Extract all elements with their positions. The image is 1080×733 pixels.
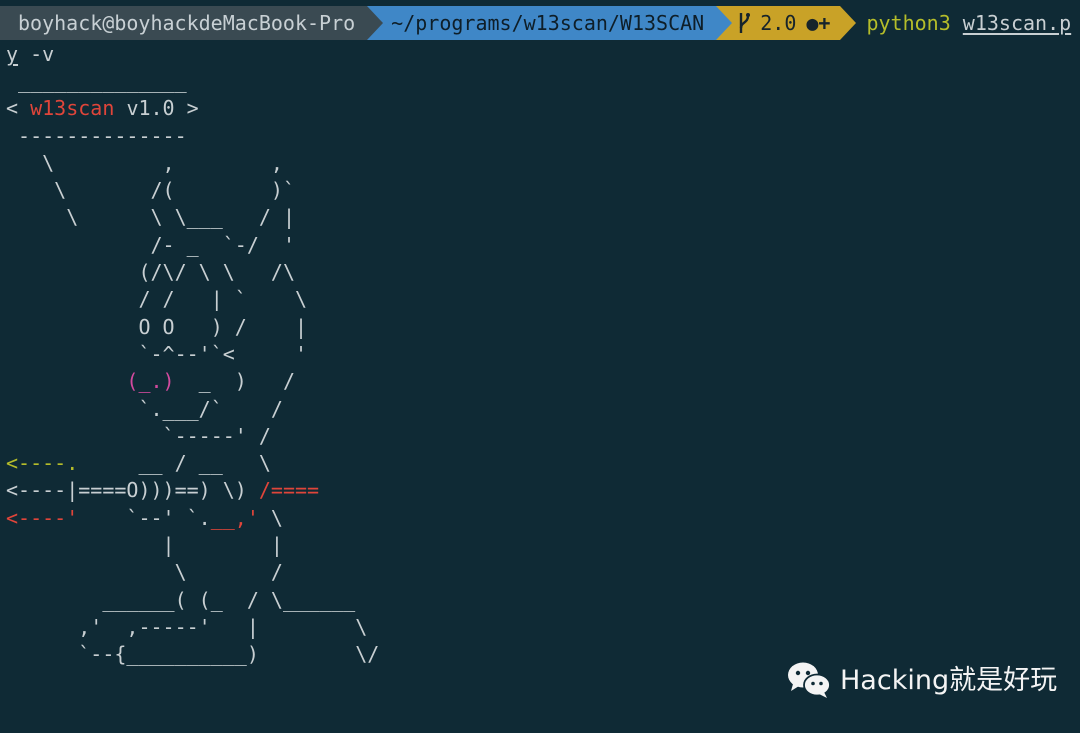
art-line: (/\/ \ \ /\ (6, 260, 295, 285)
art-line: `.___/` / (6, 396, 283, 421)
command-flags: -v (18, 42, 55, 66)
art-line: ,' ,-----' | \ (6, 614, 368, 639)
art-line: <----|====O)))==) \) /==== (6, 477, 379, 504)
art-fragment: > (174, 96, 199, 121)
art-line: `-----' / (6, 423, 271, 448)
art-line: <----' `--' `.__,' \ (6, 505, 379, 532)
prompt-path: ~/programs/w13scan/W13SCAN (391, 10, 705, 35)
art-fragment: `--' `. (78, 505, 211, 530)
art-line: (_.) _ ) / (6, 368, 379, 395)
art-fragment-olive: <----. (6, 451, 79, 476)
art-fragment: \ (258, 505, 283, 530)
art-line: -------------- (6, 123, 187, 148)
prompt-user-host-segment: boyhack@boyhackdeMacBook-Pro (0, 6, 384, 40)
art-fragment: < (6, 96, 31, 121)
art-fragment: __ / __ \ (78, 451, 271, 476)
art-line: `-^--'`< ' (6, 341, 308, 366)
prompt-git-segment: 2.0 ●+ (716, 6, 857, 40)
art-fragment-pink: (_.) (126, 369, 175, 394)
prompt-path-segment: ~/programs/w13scan/W13SCAN (367, 6, 733, 40)
art-fragment: <----|====O)))==) \) (6, 478, 259, 503)
prompt-user-host: boyhack@boyhackdeMacBook-Pro (18, 10, 356, 35)
art-line: \ /( )` (6, 178, 295, 203)
art-fragment (6, 369, 126, 393)
art-line: \ \ \___ / | (6, 205, 295, 230)
command-line[interactable]: python3 w13scan.p (840, 9, 1071, 38)
banner-title-line: < w13scan v1.0 > (6, 95, 379, 122)
art-line: \ / (6, 560, 283, 585)
art-line: <----. __ / __ \ (6, 450, 379, 477)
terminal-window[interactable]: boyhack@boyhackdeMacBook-Pro ~/programs/… (0, 0, 1080, 733)
segment-separator (716, 6, 733, 40)
art-fragment-red: __,' (210, 505, 259, 530)
git-branch-icon (740, 13, 751, 33)
art-line: ______________ (6, 69, 187, 93)
art-fragment: _ ) / (174, 369, 296, 394)
art-fragment (114, 96, 126, 120)
command-cont-underlined: y (6, 42, 19, 66)
command-continuation: y -v (6, 40, 54, 69)
art-line: O O ) / | (6, 314, 308, 339)
art-fragment-red: /==== (258, 478, 320, 503)
ascii-art-banner: ______________ < w13scan v1.0 > ---------… (6, 68, 379, 669)
watermark: Hacking就是好玩 (786, 660, 1057, 700)
art-fragment-red: <----' (6, 505, 79, 530)
art-line: | | (6, 533, 283, 558)
wechat-icon (788, 662, 831, 698)
banner-version: v1.0 (126, 96, 175, 121)
art-line: `--{__________) \/ (6, 642, 380, 667)
segment-separator (840, 6, 857, 40)
git-version: 2.0 (760, 10, 797, 35)
art-line: / / | ` \ (6, 287, 308, 312)
art-line: ______( (_ / \______ (6, 587, 356, 612)
git-dirty-icon: ●+ (806, 10, 831, 35)
art-line: /- _ `-/ ' (6, 232, 295, 257)
watermark-text: Hacking就是好玩 (840, 664, 1058, 696)
banner-title: w13scan (30, 96, 115, 121)
art-line: \ , , (6, 150, 283, 175)
segment-separator (367, 6, 384, 40)
prompt-bar: boyhack@boyhackdeMacBook-Pro ~/programs/… (0, 6, 1071, 40)
command-name: python3 (866, 10, 951, 35)
command-argument: w13scan.p (962, 10, 1072, 35)
